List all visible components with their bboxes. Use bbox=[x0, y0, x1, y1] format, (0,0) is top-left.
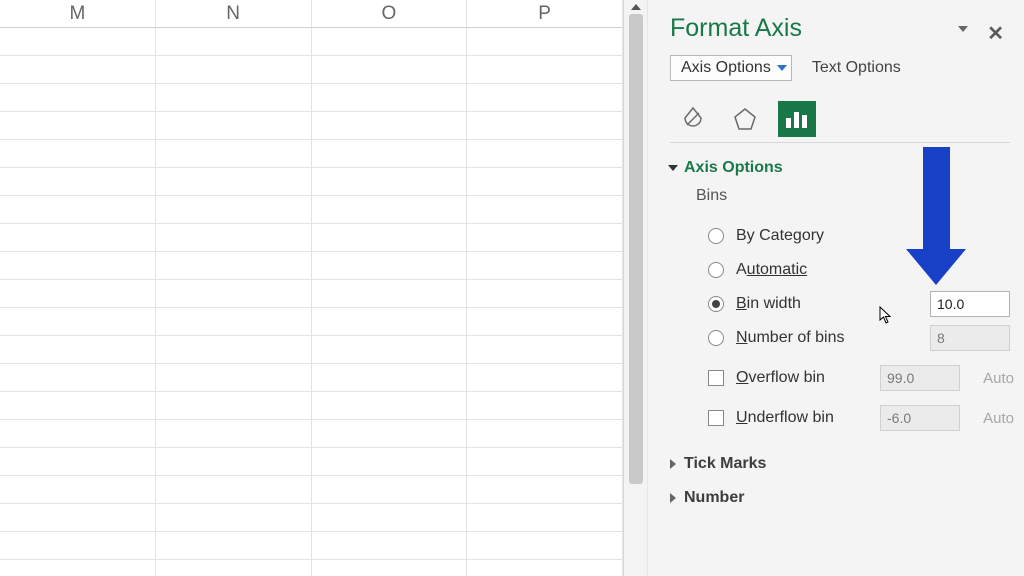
col-header-p[interactable]: P bbox=[467, 0, 623, 28]
section-axis-options-title: Axis Options bbox=[684, 159, 783, 177]
section-number-title: Number bbox=[684, 489, 744, 507]
fill-line-icon[interactable] bbox=[674, 101, 712, 137]
option-category-icons bbox=[670, 89, 1010, 143]
radio-icon[interactable] bbox=[708, 228, 724, 244]
triangle-right-icon bbox=[670, 459, 676, 469]
col-header-n[interactable]: N bbox=[156, 0, 312, 28]
checkbox-icon[interactable] bbox=[708, 370, 724, 386]
vertical-scrollbar[interactable] bbox=[624, 0, 648, 576]
triangle-down-icon bbox=[668, 165, 678, 171]
tab-axis-options-label: Axis Options bbox=[681, 59, 771, 77]
spreadsheet-area[interactable]: M N O P bbox=[0, 0, 624, 576]
option-bin-width[interactable]: Bin width bbox=[696, 287, 1010, 321]
option-overflow-bin[interactable]: Overflow bin Auto bbox=[696, 361, 1010, 395]
option-automatic-label: Automatic bbox=[736, 261, 807, 279]
pane-menu-icon[interactable] bbox=[958, 26, 968, 32]
checkbox-icon[interactable] bbox=[708, 410, 724, 426]
scroll-up-icon[interactable] bbox=[624, 0, 647, 14]
option-automatic[interactable]: Automatic bbox=[696, 253, 1010, 287]
option-underflow-bin[interactable]: Underflow bin Auto bbox=[696, 401, 1010, 435]
overflow-auto-label: Auto bbox=[983, 370, 1014, 387]
option-overflow-bin-label: Overflow bin bbox=[736, 369, 825, 387]
bin-width-input[interactable] bbox=[930, 291, 1010, 317]
section-tick-marks-toggle[interactable]: Tick Marks bbox=[670, 455, 1010, 473]
option-number-of-bins-label: Number of bins bbox=[736, 329, 845, 347]
chevron-down-icon bbox=[777, 65, 787, 71]
col-header-m[interactable]: M bbox=[0, 0, 156, 28]
section-axis-options-toggle[interactable]: Axis Options bbox=[670, 159, 1010, 177]
option-by-category-label: By Category bbox=[736, 227, 824, 245]
underflow-auto-label: Auto bbox=[983, 410, 1014, 427]
effects-icon[interactable] bbox=[726, 101, 764, 137]
tab-axis-options[interactable]: Axis Options bbox=[670, 55, 792, 81]
close-icon[interactable]: ✕ bbox=[987, 21, 1004, 46]
format-axis-pane: ✕ Format Axis Axis Options Text Options bbox=[648, 0, 1024, 576]
underflow-bin-input bbox=[880, 405, 960, 431]
option-number-of-bins[interactable]: Number of bins bbox=[696, 321, 1010, 355]
tab-text-options[interactable]: Text Options bbox=[812, 59, 901, 77]
number-of-bins-input bbox=[930, 325, 1010, 351]
option-bin-width-label: Bin width bbox=[736, 295, 801, 313]
section-number-toggle[interactable]: Number bbox=[670, 489, 1010, 507]
axis-options-icon[interactable] bbox=[778, 101, 816, 137]
cell-grid[interactable] bbox=[0, 28, 623, 576]
overflow-bin-input bbox=[880, 365, 960, 391]
scroll-thumb[interactable] bbox=[629, 14, 643, 484]
col-header-o[interactable]: O bbox=[312, 0, 468, 28]
option-by-category[interactable]: By Category bbox=[696, 219, 1010, 253]
radio-icon[interactable] bbox=[708, 330, 724, 346]
triangle-right-icon bbox=[670, 493, 676, 503]
radio-icon[interactable] bbox=[708, 296, 724, 312]
section-tick-marks-title: Tick Marks bbox=[684, 455, 766, 473]
bins-heading: Bins bbox=[696, 187, 1010, 205]
radio-icon[interactable] bbox=[708, 262, 724, 278]
column-headers: M N O P bbox=[0, 0, 623, 28]
option-underflow-bin-label: Underflow bin bbox=[736, 409, 834, 427]
